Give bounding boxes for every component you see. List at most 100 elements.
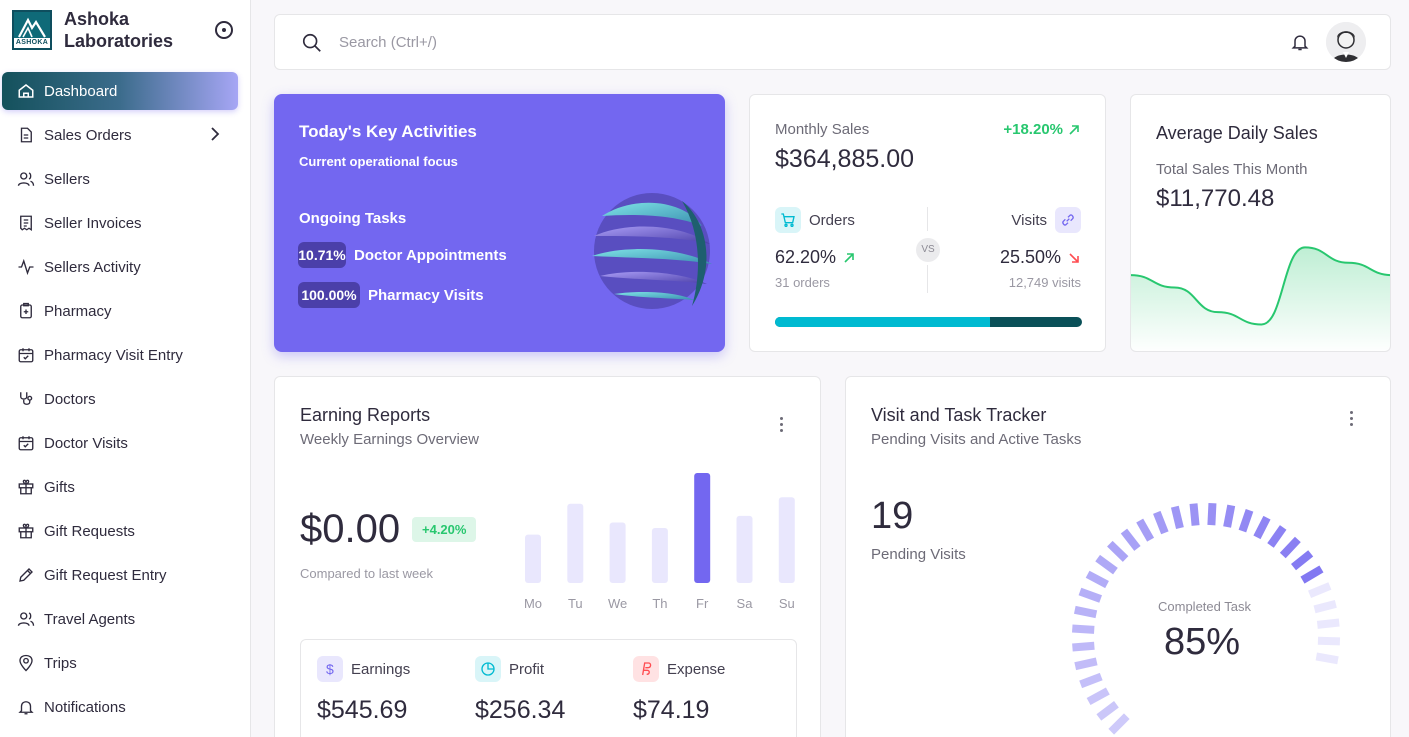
gauge-tick	[1223, 504, 1236, 528]
stat-profit: Profit $256.34	[475, 656, 565, 725]
gauge-tick	[1095, 554, 1118, 575]
monthly-sales-card: Monthly Sales +18.20% $364,885.00 Orders…	[749, 94, 1106, 352]
bar-tu[interactable]	[567, 503, 584, 583]
pending-visits-label: Pending Visits	[871, 546, 966, 563]
arrow-up-right-icon	[844, 252, 854, 263]
gauge-tick	[1253, 515, 1271, 540]
stat-label: Profit	[509, 660, 545, 678]
mountain-icon	[18, 17, 46, 38]
x-tick-label: Th	[652, 596, 667, 611]
sidebar-item-gift-request-entry[interactable]: Gift Request Entry	[2, 556, 238, 594]
gauge-tick	[1079, 672, 1103, 689]
gift-icon	[16, 477, 36, 497]
sidebar-item-pharmacy-visit-entry[interactable]: Pharmacy Visit Entry	[2, 336, 238, 374]
more-options-icon[interactable]	[1343, 409, 1359, 429]
ads-value: $11,770.48	[1156, 185, 1275, 212]
gauge-label: Completed Task	[1158, 599, 1251, 614]
sidebar-item-label: Pharmacy Visit Entry	[44, 346, 183, 364]
bar-su[interactable]	[778, 497, 795, 583]
stat-value: $256.34	[475, 696, 566, 724]
x-tick-label: We	[608, 596, 627, 611]
bar-we[interactable]	[609, 522, 626, 584]
bar-mo[interactable]	[525, 534, 541, 583]
sidebar-item-dashboard[interactable]: Dashboard	[2, 72, 238, 110]
gauge-tick	[1238, 508, 1254, 533]
gauge-tick	[1315, 652, 1339, 665]
ads-subtitle: Total Sales This Month	[1156, 161, 1308, 178]
sidebar-item-sales-orders[interactable]: Sales Orders	[2, 116, 238, 154]
brand-name: Ashoka Laboratories	[64, 9, 174, 51]
sidebar-item-doctors[interactable]: Doctors	[2, 380, 238, 418]
task-percent: 100.00%	[298, 282, 360, 308]
calendar-check-icon	[16, 433, 36, 453]
sidebar-item-pharmacy[interactable]: Pharmacy	[2, 292, 238, 330]
stat-value: $74.19	[633, 696, 710, 724]
search-input[interactable]	[339, 31, 739, 53]
arrow-down-right-icon	[1069, 252, 1079, 263]
users-icon	[16, 609, 36, 629]
sidebar-item-notifications[interactable]: Notifications	[2, 688, 238, 726]
monthly-sales-change: +18.20%	[1003, 121, 1081, 138]
activity-icon	[16, 257, 36, 277]
sidebar-item-label: Notifications	[44, 698, 126, 716]
x-tick-label: Fr	[696, 596, 709, 611]
search-icon[interactable]	[301, 32, 323, 54]
sidebar-item-label: Gift Request Entry	[44, 566, 167, 584]
sidebar-item-label: Gift Requests	[44, 522, 135, 540]
brand-logo: ASHOKA	[12, 10, 52, 50]
gauge-tick	[1086, 687, 1110, 706]
vs-badge: VS	[916, 238, 940, 262]
ongoing-tasks-title: Ongoing Tasks	[299, 210, 407, 227]
sidebar-item-gifts[interactable]: Gifts	[2, 468, 238, 506]
gauge-tick	[1170, 505, 1184, 530]
task-percent: 10.71%	[298, 242, 346, 268]
sidebar-item-label: Sellers Activity	[44, 258, 141, 276]
gauge-tick	[1085, 570, 1109, 589]
gauge-tick	[1316, 618, 1340, 629]
sidebar: ASHOKA Ashoka Laboratories Dashboard Sal…	[0, 0, 251, 737]
sidebar-item-label: Sellers	[44, 170, 90, 188]
users-icon	[16, 169, 36, 189]
more-options-icon[interactable]	[773, 415, 789, 435]
collapse-sidebar-icon[interactable]	[215, 21, 233, 39]
change-value: +18.20%	[1003, 121, 1063, 138]
chevron-right-icon	[211, 127, 220, 141]
gauge-tick	[1300, 565, 1324, 584]
sidebar-item-doctor-visits[interactable]: Doctor Visits	[2, 424, 238, 462]
pie-chart-icon	[475, 656, 501, 682]
monthly-sales-value: $364,885.00	[775, 145, 915, 173]
sidebar-item-trips[interactable]: Trips	[2, 644, 238, 682]
task-label: Pharmacy Visits	[368, 286, 484, 304]
sidebar-item-gift-requests[interactable]: Gift Requests	[2, 512, 238, 550]
sidebar-item-label: Sales Orders	[44, 126, 132, 144]
vt-subtitle: Pending Visits and Active Tasks	[871, 431, 1082, 448]
divider	[927, 265, 928, 293]
avatar[interactable]	[1326, 22, 1366, 62]
gauge-value: 85%	[1164, 621, 1241, 663]
gauge-tick	[1096, 701, 1119, 721]
task-row: 10.71% Doctor Appointments	[298, 242, 507, 268]
home-icon	[16, 81, 36, 101]
orders-progress-fill	[775, 317, 990, 327]
paypal-icon	[633, 656, 659, 682]
bar-th[interactable]	[651, 528, 668, 583]
sidebar-item-travel-agents[interactable]: Travel Agents	[2, 600, 238, 638]
medical-icon	[16, 301, 36, 321]
gauge-tick	[1189, 503, 1200, 526]
bar-fr[interactable]	[694, 473, 711, 583]
sidebar-item-sellers[interactable]: Sellers	[2, 160, 238, 198]
sidebar-item-sellers-activity[interactable]: Sellers Activity	[2, 248, 238, 286]
bar-sa[interactable]	[736, 515, 753, 583]
task-label: Doctor Appointments	[354, 246, 507, 264]
notifications-bell-icon[interactable]	[1290, 32, 1310, 52]
brand[interactable]: ASHOKA Ashoka Laboratories	[12, 8, 194, 52]
gauge-tick	[1207, 502, 1217, 526]
stethoscope-icon	[16, 389, 36, 409]
svg-text:$: $	[326, 661, 334, 677]
gauge-tick	[1073, 605, 1098, 619]
visits-count: 12,749 visits	[1008, 275, 1081, 290]
sidebar-item-label: Dashboard	[44, 82, 118, 100]
sidebar-item-seller-invoices[interactable]: Seller Invoices	[2, 204, 238, 242]
er-title: Earning Reports	[300, 405, 431, 425]
visits-percent: 25.50%	[1000, 247, 1081, 268]
